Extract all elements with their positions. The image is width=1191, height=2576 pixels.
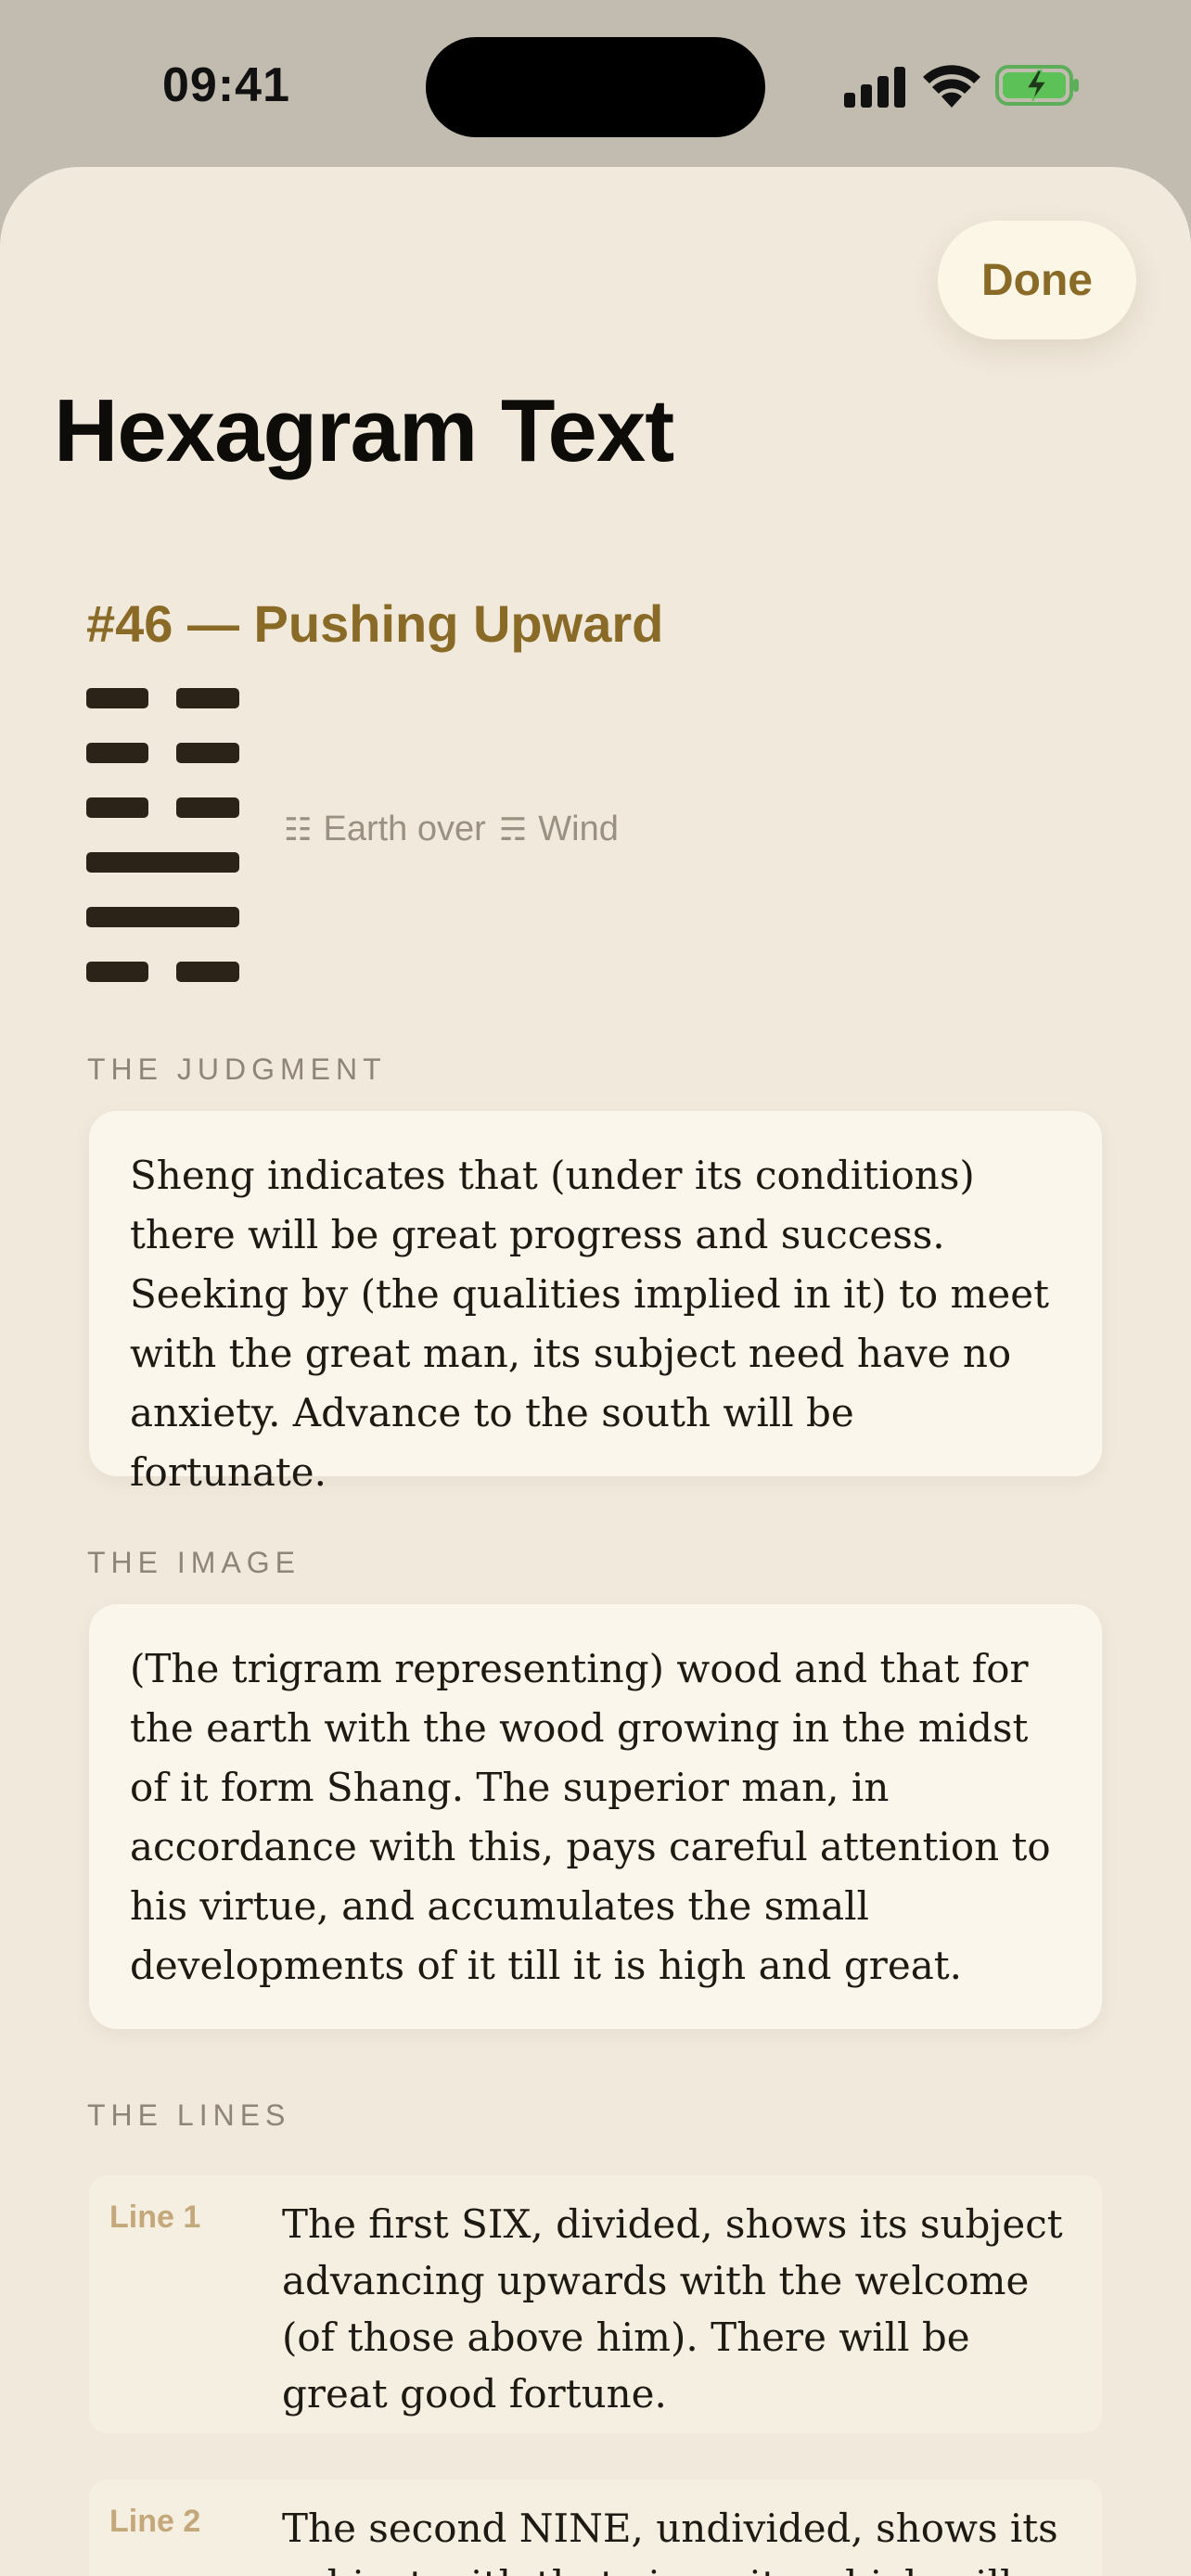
line-item: Line 1 The first SIX, divided, shows its… <box>89 2175 1102 2433</box>
line-number: Line 1 <box>109 2200 201 2235</box>
line-item: Line 2 The second NINE, undivided, shows… <box>89 2480 1102 2576</box>
earth-trigram-icon: ☷ <box>284 811 313 848</box>
battery-charging-icon <box>995 65 1079 106</box>
hexagram-text-sheet: Done Hexagram Text #46 — Pushing Upward … <box>0 167 1191 2576</box>
dynamic-island <box>426 37 765 137</box>
page-title: Hexagram Text <box>54 381 674 480</box>
image-section-label: THE IMAGE <box>87 1546 301 1579</box>
cellular-signal-icon <box>844 67 905 108</box>
judgment-section-label: THE JUDGMENT <box>87 1052 387 1086</box>
done-button[interactable]: Done <box>938 221 1136 339</box>
hexagram-broken-line <box>86 797 239 818</box>
hexagram-broken-line <box>86 743 239 763</box>
hexagram-heading: #46 — Pushing Upward <box>86 594 664 653</box>
line-number: Line 2 <box>109 2504 201 2539</box>
hexagram-figure <box>86 688 239 1016</box>
status-bar: 09:41 <box>0 0 1191 167</box>
line-text: The second NINE, undivided, shows its su… <box>282 2506 1058 2576</box>
lines-section-label: THE LINES <box>87 2098 291 2132</box>
hexagram-solid-line <box>86 852 239 873</box>
judgment-card: Sheng indicates that (under its conditio… <box>89 1111 1102 1495</box>
lower-trigram-label: Wind <box>538 810 619 848</box>
trigram-connector: over <box>416 810 486 848</box>
trigram-description: ☷ Earth over ☴ Wind <box>284 810 619 849</box>
hexagram-solid-line <box>86 907 239 927</box>
wifi-icon <box>923 65 980 108</box>
image-card: (The trigram representing) wood and that… <box>89 1604 1102 2029</box>
hexagram-broken-line <box>86 688 239 708</box>
hexagram-broken-line <box>86 962 239 982</box>
status-time: 09:41 <box>162 58 290 112</box>
wind-trigram-icon: ☴ <box>498 811 528 848</box>
line-text: The first SIX, divided, shows its subjec… <box>282 2201 1063 2417</box>
upper-trigram-label: Earth <box>323 810 408 848</box>
